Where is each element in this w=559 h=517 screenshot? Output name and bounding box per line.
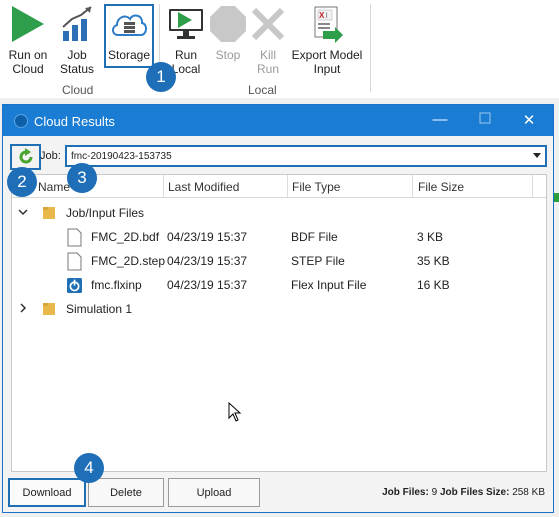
app-icon [14,114,28,128]
kill-x-icon [248,4,288,44]
file-name: FMC_2D.step [91,254,166,268]
column-divider[interactable] [287,175,288,198]
callout-badge: 3 [67,163,97,193]
file-size: 3 KB [417,230,444,244]
dialog-titlebar[interactable]: Cloud Results — ✕ [3,105,553,136]
storage-button[interactable]: Storage [106,4,152,62]
mouse-cursor-icon [228,402,242,422]
file-modified: 04/23/19 15:37 [167,230,248,244]
job-status-button[interactable]: Job Status [56,4,98,76]
kill-run-label-1: Kill [259,48,276,62]
export-model-label-1: Export Model [291,48,363,62]
upload-button[interactable]: Upload [168,478,260,507]
stop-label: Stop [215,48,241,62]
callout-badge: 2 [7,167,37,197]
job-files-size-label: Job Files Size: [439,487,510,498]
file-type: Flex Input File [291,278,367,292]
export-model-label-2: Input [313,62,341,76]
job-select[interactable]: fmc-20190423-153735 [65,145,547,167]
kill-run-button[interactable]: Kill Run [248,4,288,76]
document-icon [67,252,82,271]
file-type: STEP File [291,254,345,268]
chevron-down-icon[interactable] [17,206,29,218]
folder-icon [43,207,55,219]
tree-row-folder[interactable]: Job/Input Files [12,201,546,225]
column-divider[interactable] [532,175,533,198]
table-row[interactable]: FMC_2D.bdf 04/23/19 15:37 BDF File 3 KB [12,225,546,249]
refresh-icon [19,148,32,164]
export-model-input-button[interactable]: X l Export Model Input [290,4,364,76]
download-button[interactable]: Download [8,478,86,507]
ribbon-separator [370,4,371,92]
file-table: Name Last Modified File Type File Size J… [11,174,547,472]
delete-button[interactable]: Delete [88,478,164,507]
monitor-play-icon [166,4,206,44]
ribbon: Run on Cloud Job Status Storage Cloud Ru… [0,0,559,98]
flex-input-icon [67,278,82,293]
column-header-name[interactable]: Name [38,180,70,194]
table-row[interactable]: fmc.flxinp 04/23/19 15:37 Flex Input Fil… [12,273,546,297]
run-on-cloud-button[interactable]: Run on Cloud [6,4,50,76]
file-type: BDF File [291,230,338,244]
dialog-title: Cloud Results [34,114,115,129]
column-header-last-modified[interactable]: Last Modified [168,180,239,194]
stop-octagon-icon [208,4,248,44]
run-local-label-1: Run [174,48,197,62]
job-status-label-1: Job [67,48,87,62]
callout-badge: 1 [146,62,176,92]
column-header-file-size[interactable]: File Size [418,180,464,194]
minimize-icon[interactable]: — [430,111,450,128]
svg-text:X: X [319,11,325,20]
local-group-label: Local [248,83,277,97]
job-files-label: Job Files: [382,487,429,498]
job-files-size-value: 258 KB [512,487,545,498]
bar-chart-icon [57,4,97,44]
chevron-down-icon [533,153,541,158]
column-header-file-type[interactable]: File Type [292,180,340,194]
job-label: Job: [40,150,61,162]
file-modified: 04/23/19 15:37 [167,278,248,292]
folder-name: Job/Input Files [66,206,145,220]
chevron-right-icon[interactable] [17,302,29,314]
job-status-label-2: Status [59,62,95,76]
file-modified: 04/23/19 15:37 [167,254,248,268]
file-size: 16 KB [417,278,450,292]
job-select-value: fmc-20190423-153735 [71,151,172,162]
tree-row-folder[interactable]: Simulation 1 [12,297,546,321]
file-name: fmc.flxinp [91,278,142,292]
stop-button[interactable]: Stop [208,4,248,62]
document-icon [67,228,82,247]
callout-badge: 4 [74,453,104,483]
run-on-cloud-label-2: Cloud [12,62,44,76]
file-size: 35 KB [417,254,450,268]
folder-icon [43,303,55,315]
cloud-storage-icon [109,4,149,44]
job-stats: Job Files: 9 Job Files Size: 258 KB [382,487,545,498]
close-icon[interactable]: ✕ [519,111,539,129]
play-green-icon [8,4,48,44]
table-row[interactable]: FMC_2D.step 04/23/19 15:37 STEP File 35 … [12,249,546,273]
run-local-label-2: Local [171,62,201,76]
column-divider[interactable] [163,175,164,198]
run-on-cloud-label-1: Run on [8,48,48,62]
refresh-button[interactable] [10,144,41,170]
kill-run-label-2: Run [256,62,279,76]
export-excel-icon: X l [307,4,347,44]
maximize-icon[interactable] [475,111,495,128]
cloud-group-label: Cloud [62,83,94,97]
storage-label: Storage [107,48,151,62]
file-name: FMC_2D.bdf [91,230,160,244]
column-divider[interactable] [412,175,413,198]
job-files-value: 9 [431,487,438,498]
folder-name: Simulation 1 [66,302,133,316]
